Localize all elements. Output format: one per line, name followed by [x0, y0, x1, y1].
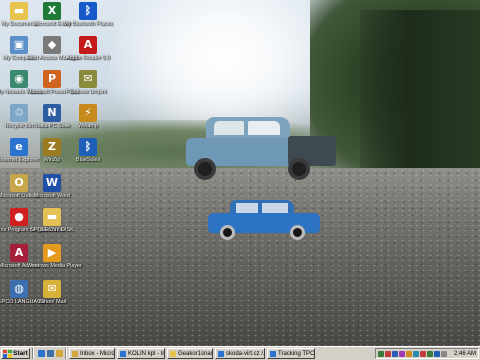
taskbar-button-label: skoda-virt.cz /...: [226, 350, 265, 357]
desktop-icon-media-player[interactable]: ▶ Windows Media Player: [27, 244, 82, 270]
nokia-pc-suite-icon: N: [43, 104, 61, 122]
taskbar-button[interactable]: skoda-virt.cz /...: [215, 348, 265, 359]
taskbar-button-label: Tracking TPCA...: [278, 350, 315, 357]
yahoo-mail-icon: ✉: [43, 280, 61, 298]
adobe-reader-icon: A: [79, 36, 97, 54]
tray-app-icon[interactable]: [419, 350, 426, 357]
desktop-icon-adobe-reader[interactable]: A Adobe Reader 6.0: [66, 36, 110, 62]
desktop-icon-label: Outlook Unipint: [69, 89, 107, 95]
desktop-icon-outlook-unipint[interactable]: ✉ Outlook Unipint: [70, 70, 106, 96]
bluesoleil-icon: ᛒ: [79, 138, 97, 156]
taskbar-separator: [32, 348, 34, 359]
word-icon: W: [43, 174, 61, 192]
desktop-icon-label: Adobe Reader 6.0: [66, 55, 110, 61]
desktop-icon-word[interactable]: W Microsoft Word: [34, 174, 70, 200]
desktop-icon-label: Microsoft Word: [33, 193, 71, 199]
taskbar: Start Inbox - Micros... KOLIN kpl - In...…: [0, 346, 480, 360]
desktop-icon-label: BlueSoleil: [76, 157, 100, 163]
blue-car-photo: [184, 114, 338, 180]
tray-app-icon[interactable]: [412, 350, 419, 357]
winamp-icon: ⚡: [79, 104, 97, 122]
folder-icon: ▬: [10, 2, 28, 20]
ie-task-icon: [270, 350, 276, 357]
quick-launch-desktop-icon[interactable]: [47, 350, 54, 357]
tray-app-icon[interactable]: [377, 350, 384, 357]
host-access-icon: ◆: [43, 36, 61, 54]
task-buttons: Inbox - Micros... KOLIN kpl - In... Geakor…: [69, 348, 317, 359]
excel-icon: X: [43, 2, 61, 20]
desktop-icon-yahoo-mail[interactable]: ✉ Yahoo! Mail: [35, 280, 69, 306]
taskbar-button-label: KOLIN kpl - In...: [128, 350, 164, 357]
desktop-icon-label: SPOLECNY DISK: [30, 227, 74, 233]
desktop-icon-label: Winamp: [78, 123, 98, 129]
tray-app-icon[interactable]: [433, 350, 440, 357]
outlook-icon: O: [10, 174, 28, 192]
internet-explorer-icon: e: [10, 138, 28, 156]
folder-task-icon: [170, 350, 176, 357]
tray-app-icon[interactable]: [384, 350, 391, 357]
tray-app-icon[interactable]: [405, 350, 412, 357]
windows-logo-icon: [3, 349, 12, 358]
recycle-bin-icon: ♲: [10, 104, 28, 122]
outlook-unipint-icon: ✉: [79, 70, 97, 88]
tray-app-icon[interactable]: [440, 350, 447, 357]
start-label: Start: [13, 350, 28, 357]
tray-app-icon[interactable]: [391, 350, 398, 357]
desktop-icon-label: Yahoo! Mail: [37, 299, 67, 305]
quick-launch-bar: [36, 350, 63, 357]
desktop-icon-bluesoleil[interactable]: ᛒ BlueSoleil: [71, 138, 105, 164]
system-tray: 2:46 AM: [374, 348, 479, 359]
start-button[interactable]: Start: [1, 348, 30, 359]
media-player-icon: ▶: [43, 244, 61, 262]
ie-task-icon: [218, 350, 224, 357]
forest-edge: [360, 10, 480, 185]
taskbar-button[interactable]: KOLIN kpl - In...: [117, 348, 165, 359]
desktop-icon-label: My Bluetooth Places: [63, 21, 113, 27]
taskbar-button-label: Geakor1snas...: [178, 350, 212, 357]
gepco-language-icon: ◍: [10, 280, 28, 298]
taskbar-button[interactable]: Tracking TPCA...: [267, 348, 315, 359]
quick-launch-outlook-icon[interactable]: [56, 350, 63, 357]
outlook-task-icon: [72, 350, 78, 357]
tray-app-icon[interactable]: [398, 350, 405, 357]
access-icon: A: [10, 244, 28, 262]
computer-icon: ▣: [10, 36, 28, 54]
desktop-icon-bluetooth[interactable]: ᛒ My Bluetooth Places: [63, 2, 113, 28]
toy-car-photo: [208, 198, 322, 244]
clock[interactable]: 2:46 AM: [454, 351, 476, 357]
tray-app-icon[interactable]: [426, 350, 433, 357]
powerpoint-icon: P: [43, 70, 61, 88]
desktop-icon-winamp[interactable]: ⚡ Winamp: [71, 104, 105, 130]
taskbar-button[interactable]: Geakor1snas...: [167, 348, 213, 359]
ie-task-icon: [120, 350, 126, 357]
network-icon: ◉: [10, 70, 28, 88]
taskbar-button-label: Inbox - Micros...: [80, 350, 115, 357]
taskbar-button[interactable]: Inbox - Micros...: [69, 348, 115, 359]
desktop-icon-shared-disk[interactable]: ▬ SPOLECNY DISK: [30, 208, 74, 234]
desktop-icon-label: Windows Media Player: [27, 263, 82, 269]
shared-disk-icon: ▬: [43, 208, 61, 226]
winzip-icon: Z: [43, 138, 61, 156]
quick-launch-ie-icon[interactable]: [38, 350, 45, 357]
taskbar-separator: [65, 348, 67, 359]
citrix-icon: ●: [10, 208, 28, 226]
bluetooth-icon: ᛒ: [79, 2, 97, 20]
